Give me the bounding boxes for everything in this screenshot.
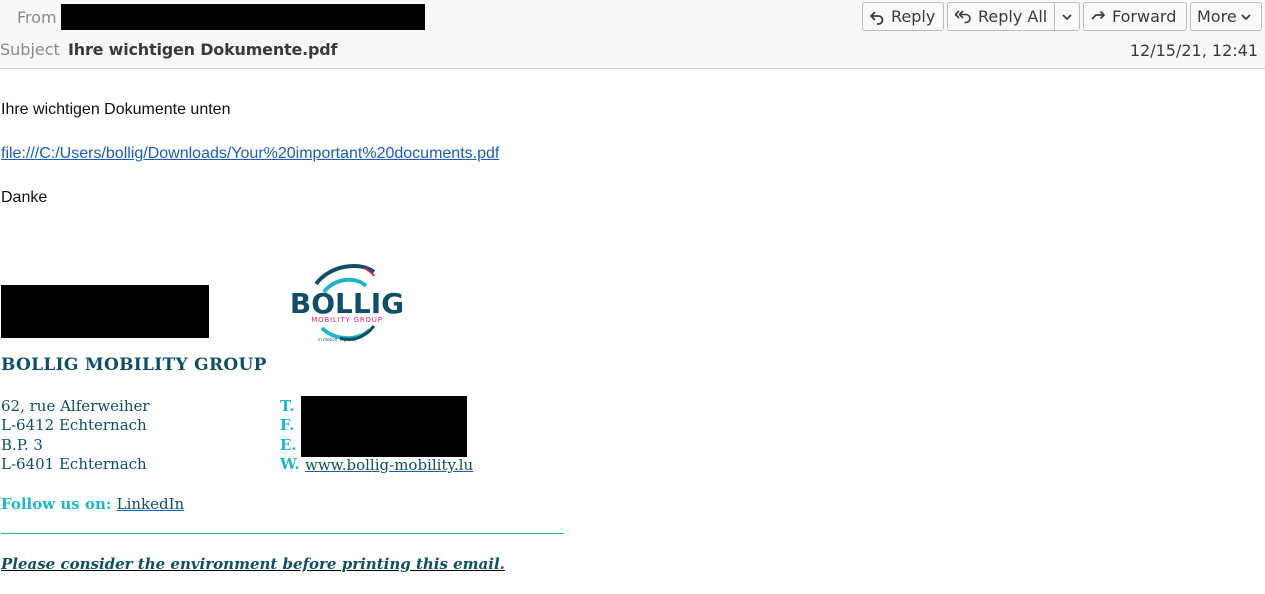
signature-company: BOLLIG MOBILITY GROUP — [1, 355, 267, 375]
chevron-down-icon — [1241, 13, 1251, 20]
from-value-redacted[interactable] — [61, 4, 425, 30]
reply-all-button[interactable]: Reply All — [947, 2, 1080, 31]
contact-details-redacted — [301, 396, 467, 457]
forward-label: Forward — [1112, 7, 1177, 26]
forward-button[interactable]: Forward — [1083, 2, 1187, 31]
chevron-down-icon — [1062, 13, 1072, 20]
address-line: 62, rue Alferweiher — [1, 397, 150, 415]
reply-label: Reply — [891, 7, 936, 26]
contact-label-fax: F. — [280, 416, 295, 435]
message-line-3: Danke — [1, 189, 48, 206]
logo-tagline: in motion. together. — [318, 337, 358, 342]
reply-all-dropdown[interactable] — [1054, 3, 1079, 30]
address-line: L-6401 Echternach — [1, 454, 147, 473]
message-line-1: Ihre wichtigen Dokumente unten — [1, 101, 231, 118]
signature-address: 62, rue Alferweiher L-6412 Echternach B.… — [1, 397, 150, 474]
contact-label-phone: T. — [280, 397, 295, 415]
logo-subtitle: MOBILITY GROUP — [311, 316, 383, 324]
website-link[interactable]: www.bollig-mobility.lu — [305, 456, 473, 474]
environment-note: Please consider the environment before p… — [1, 555, 505, 573]
more-button[interactable]: More — [1190, 2, 1262, 31]
file-link[interactable]: file:///C:/Users/bollig/Downloads/Your%2… — [1, 145, 499, 163]
linkedin-link[interactable]: LinkedIn — [117, 495, 185, 513]
signature-contact-labels: T. F. E. W. — [280, 397, 300, 474]
reply-button[interactable]: Reply — [862, 2, 944, 31]
contact-label-email: E. — [280, 435, 297, 454]
signature-name-redacted — [1, 285, 209, 338]
follow-us-line: Follow us on: LinkedIn — [1, 495, 184, 513]
forward-arrow-icon — [1091, 10, 1105, 20]
bollig-logo: BOLLIG MOBILITY GROUP in motion. togethe… — [290, 264, 404, 342]
subject-value: Ihre wichtigen Dokumente.pdf — [68, 40, 338, 59]
signature-divider — [1, 533, 564, 534]
message-header: From Subject Ihre wichtigen Dokumente.pd… — [0, 0, 1265, 69]
subject-label: Subject — [0, 40, 60, 59]
from-label: From — [17, 8, 57, 27]
follow-label: Follow us on: — [1, 495, 117, 513]
contact-label-web: W. — [280, 454, 300, 473]
more-label: More — [1197, 7, 1237, 26]
reply-all-label: Reply All — [978, 7, 1048, 26]
reply-all-arrow-icon — [954, 9, 971, 23]
address-line: L-6412 Echternach — [1, 416, 147, 435]
message-date: 12/15/21, 12:41 — [1129, 41, 1258, 60]
reply-arrow-icon — [870, 10, 884, 25]
address-line: B.P. 3 — [1, 435, 43, 454]
